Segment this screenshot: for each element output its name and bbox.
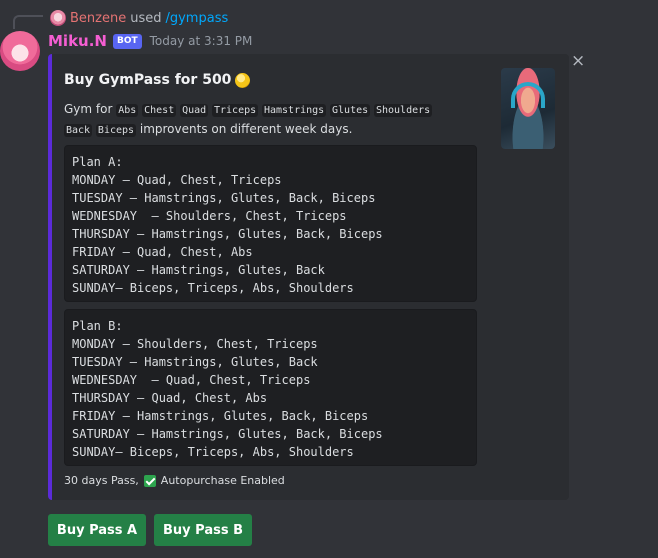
footer-autopurchase: Autopurchase Enabled [160, 474, 285, 487]
reply-connector [13, 15, 43, 29]
muscle-tag: Triceps [211, 104, 259, 117]
muscle-tag: Quad [180, 104, 209, 117]
muscle-tag: Abs [116, 104, 139, 117]
bot-badge: BOT [112, 33, 142, 49]
replied-user-avatar[interactable] [50, 10, 66, 26]
embed-title-text: Buy GymPass for 500 [64, 72, 232, 88]
buy-pass-a-button[interactable]: Buy Pass A [48, 514, 146, 546]
message-header: Miku.N BOT Today at 3:31 PM [48, 31, 252, 51]
embed-description: Gym for Abs Chest Quad Triceps Hamstring… [64, 100, 464, 140]
close-icon[interactable]: × [571, 53, 585, 70]
headphones-graphic [511, 82, 545, 108]
author-name[interactable]: Miku.N [48, 32, 107, 50]
muscle-tag: Chest [142, 104, 177, 117]
embed-thumbnail[interactable] [501, 68, 555, 149]
gympass-embed: Buy GymPass for 500 Gym for Abs Chest Qu… [48, 54, 569, 500]
muscle-tag: Hamstrings [261, 104, 327, 117]
buy-pass-b-button[interactable]: Buy Pass B [154, 514, 252, 546]
bot-avatar[interactable] [0, 31, 40, 71]
embed-title: Buy GymPass for 500 [64, 72, 251, 88]
reply-reference[interactable]: Benzene used /gympass [50, 9, 228, 27]
plan-a-codeblock: Plan A: MONDAY – Quad, Chest, Triceps TU… [64, 145, 477, 302]
muscle-tag: Glutes [330, 104, 371, 117]
desc-prefix: Gym for [64, 102, 113, 116]
reply-command[interactable]: /gympass [165, 11, 228, 26]
muscle-tag: Biceps [95, 124, 137, 137]
desc-suffix: improvents on different week days. [139, 122, 353, 136]
coin-icon [235, 72, 251, 88]
muscle-tag: Back [64, 124, 93, 137]
replied-user-name[interactable]: Benzene [70, 11, 126, 26]
embed-footer: 30 days Pass, Autopurchase Enabled [64, 474, 285, 487]
footer-duration: 30 days Pass, [64, 474, 139, 487]
plan-b-codeblock: Plan B: MONDAY – Shoulders, Chest, Trice… [64, 309, 477, 466]
reply-used-text: used [130, 10, 162, 26]
checkmark-icon [143, 474, 156, 487]
message-timestamp[interactable]: Today at 3:31 PM [150, 34, 253, 48]
muscle-tag: Shoulders [373, 104, 433, 117]
